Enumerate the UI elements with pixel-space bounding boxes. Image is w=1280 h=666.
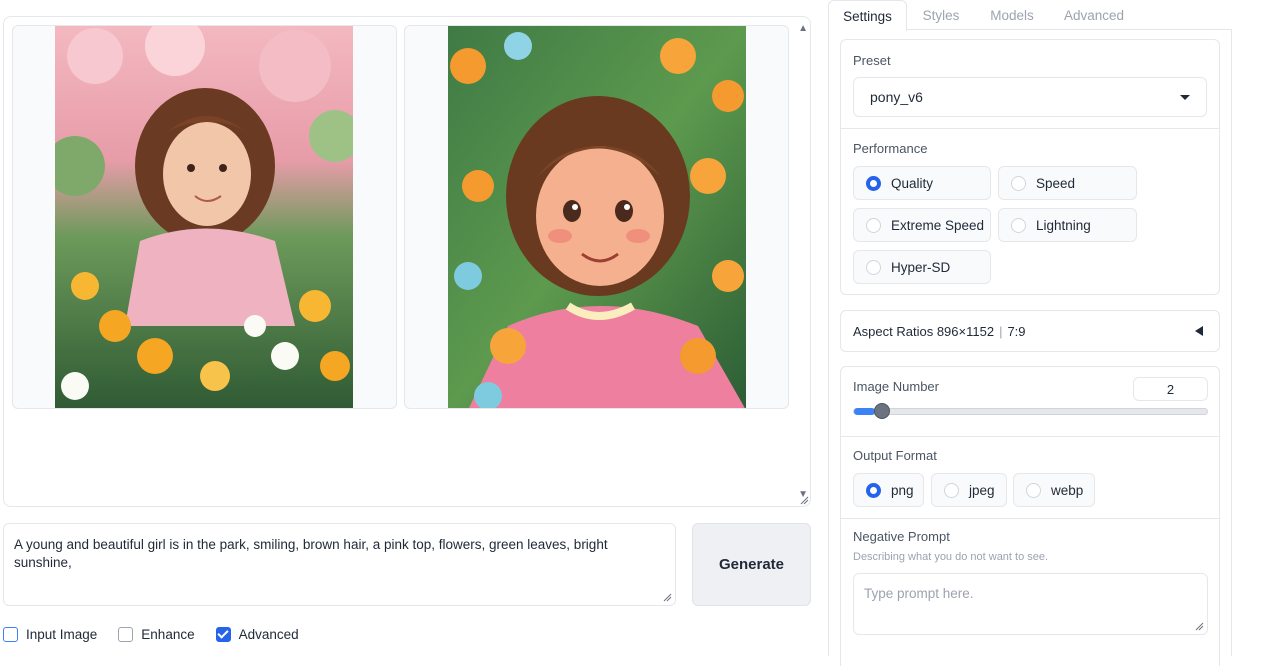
radio-icon	[866, 259, 881, 275]
tab-models[interactable]: Models	[976, 0, 1048, 30]
image-number-input[interactable]: 2	[1133, 377, 1208, 401]
option-label: webp	[1051, 482, 1084, 498]
gallery: ▲ ▼	[3, 16, 811, 507]
option-label: jpeg	[969, 482, 995, 498]
checkbox-icon	[3, 626, 18, 642]
negative-prompt-input[interactable]: Type prompt here.	[853, 573, 1208, 635]
expand-arrow-icon	[1195, 326, 1203, 336]
advanced-checkbox[interactable]: Advanced	[215, 626, 299, 642]
chevron-down-icon	[1180, 94, 1190, 100]
option-label: Extreme Speed	[891, 217, 985, 233]
option-label: Quality	[891, 175, 934, 191]
option-label: Lightning	[1036, 217, 1091, 233]
options-checkbox-row: Input Image Enhance Advanced	[3, 625, 320, 643]
option-label: Speed	[1036, 175, 1076, 191]
radio-icon	[1011, 217, 1026, 233]
radio-selected-icon	[866, 482, 881, 498]
tab-styles[interactable]: Styles	[908, 0, 974, 30]
slider-fill	[854, 408, 876, 415]
input-image-label: Input Image	[26, 626, 98, 642]
resize-handle-icon[interactable]	[1195, 622, 1204, 631]
gallery-thumbnail-2[interactable]	[404, 25, 789, 409]
negative-prompt-label: Negative Prompt	[853, 529, 950, 544]
advanced-label: Advanced	[238, 626, 299, 642]
option-label: png	[891, 482, 914, 498]
performance-option-lightning[interactable]: Lightning	[998, 208, 1137, 242]
negative-prompt-placeholder: Type prompt here.	[864, 586, 974, 601]
performance-option-quality[interactable]: Quality	[853, 166, 991, 200]
aspect-ratios-label: Aspect Ratios 896×1152	[853, 323, 995, 339]
girl-in-garden-image-2	[448, 26, 746, 408]
performance-label: Performance	[853, 141, 928, 156]
aspect-ratio-value: 7:9	[1007, 323, 1026, 339]
separator: |	[999, 323, 1003, 339]
aspect-ratios-accordion[interactable]: Aspect Ratios 896×1152 | 7:9	[840, 310, 1220, 352]
resize-handle-icon[interactable]	[663, 593, 672, 602]
radio-icon	[944, 482, 959, 498]
performance-option-hyper-sd[interactable]: Hyper-SD	[853, 250, 991, 284]
input-image-checkbox[interactable]: Input Image	[3, 626, 98, 642]
checkbox-checked-icon	[215, 626, 231, 642]
preset-performance-card: Preset pony_v6 Performance Quality Speed…	[840, 39, 1220, 295]
generation-options-card: Image Number 2 Output Format png jpeg we…	[840, 366, 1220, 666]
radio-selected-icon	[866, 175, 881, 191]
prompt-input[interactable]: A young and beautiful girl is in the par…	[3, 523, 676, 606]
preset-dropdown[interactable]: pony_v6	[853, 77, 1207, 117]
prompt-text: A young and beautiful girl is in the par…	[14, 537, 608, 570]
gallery-thumbnail-1[interactable]	[12, 25, 397, 409]
tab-settings[interactable]: Settings	[828, 0, 907, 31]
option-label: Hyper-SD	[891, 259, 951, 275]
checkbox-icon	[118, 626, 134, 642]
scroll-up-icon[interactable]: ▲	[798, 23, 808, 34]
divider	[841, 128, 1219, 129]
enhance-checkbox[interactable]: Enhance	[118, 626, 195, 642]
resize-handle-icon[interactable]	[800, 496, 809, 505]
radio-icon	[1011, 175, 1026, 191]
divider	[841, 518, 1219, 519]
output-format-label: Output Format	[853, 448, 937, 463]
output-format-option-jpeg[interactable]: jpeg	[931, 473, 1007, 507]
performance-option-extreme-speed[interactable]: Extreme Speed	[853, 208, 991, 242]
generate-button[interactable]: Generate	[692, 523, 811, 606]
divider	[841, 436, 1219, 437]
performance-option-speed[interactable]: Speed	[998, 166, 1137, 200]
output-format-option-png[interactable]: png	[853, 473, 924, 507]
enhance-label: Enhance	[141, 626, 195, 642]
image-number-slider[interactable]	[853, 408, 1208, 415]
preset-label: Preset	[853, 53, 891, 68]
output-format-option-webp[interactable]: webp	[1013, 473, 1095, 507]
radio-icon	[866, 217, 881, 233]
girl-in-garden-image-1	[55, 26, 353, 408]
radio-icon	[1026, 482, 1041, 498]
settings-tabs: Settings Styles Models Advanced	[828, 0, 1232, 31]
tab-advanced[interactable]: Advanced	[1052, 0, 1136, 30]
preset-value: pony_v6	[870, 89, 923, 105]
image-number-label: Image Number	[853, 379, 939, 394]
negative-prompt-hint: Describing what you do not want to see.	[853, 551, 1049, 563]
aspect-ratios-summary: Aspect Ratios 896×1152 | 7:9	[853, 324, 1026, 339]
slider-thumb[interactable]	[874, 403, 891, 419]
